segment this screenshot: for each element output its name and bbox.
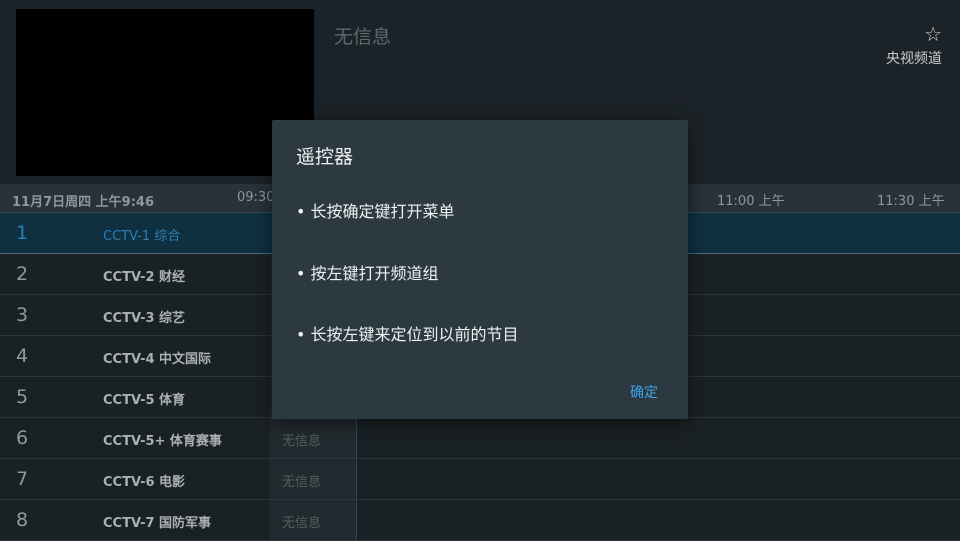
program-cell[interactable]: 无信息 bbox=[270, 500, 357, 540]
channel-number: 7 bbox=[16, 468, 29, 490]
program-cell[interactable]: 无信息 bbox=[270, 459, 357, 499]
time-tick: 11:00 上午 bbox=[717, 194, 785, 209]
channel-name: CCTV-2 财经 bbox=[103, 270, 186, 285]
program-label: 无信息 bbox=[282, 475, 322, 490]
dialog-title: 遥控器 bbox=[296, 146, 354, 168]
channel-row[interactable]: 8 CCTV-7 国防军事 无信息 bbox=[0, 500, 960, 541]
dialog-hint: • 长按确定键打开菜单 bbox=[296, 202, 455, 221]
channel-name: CCTV-3 综艺 bbox=[103, 311, 186, 326]
channel-name: CCTV-4 中文国际 bbox=[103, 352, 212, 367]
channel-name: CCTV-7 国防军事 bbox=[103, 516, 212, 531]
current-date-time: 11月7日周四 上午9:46 bbox=[12, 195, 154, 210]
channel-number: 5 bbox=[16, 386, 29, 408]
time-tick: 09:30 bbox=[237, 190, 275, 205]
channel-row[interactable]: 6 CCTV-5+ 体育赛事 无信息 bbox=[0, 418, 960, 459]
channel-row[interactable]: 7 CCTV-6 电影 无信息 bbox=[0, 459, 960, 500]
dialog-hint: • 按左键打开频道组 bbox=[296, 264, 439, 283]
favorite-area: ☆ 央视频道 bbox=[886, 24, 942, 68]
channel-name: CCTV-5 体育 bbox=[103, 393, 186, 408]
channel-number: 8 bbox=[16, 509, 29, 531]
channel-name: CCTV-5+ 体育赛事 bbox=[103, 434, 222, 449]
ok-button[interactable]: 确定 bbox=[630, 382, 658, 402]
program-cell[interactable]: 无信息 bbox=[270, 418, 357, 458]
channel-number: 3 bbox=[16, 304, 29, 326]
dialog-hint: • 长按左键来定位到以前的节目 bbox=[296, 325, 519, 344]
remote-control-dialog: 遥控器 • 长按确定键打开菜单 • 按左键打开频道组 • 长按左键来定位到以前的… bbox=[272, 120, 688, 419]
program-title: 无信息 bbox=[334, 26, 392, 48]
channel-number: 2 bbox=[16, 263, 29, 285]
channel-number: 1 bbox=[16, 222, 29, 244]
star-outline-icon[interactable]: ☆ bbox=[886, 24, 942, 44]
channel-name: CCTV-1 综合 bbox=[103, 229, 181, 244]
channel-number: 4 bbox=[16, 345, 29, 367]
program-label: 无信息 bbox=[282, 434, 322, 449]
channel-group-label: 央视频道 bbox=[886, 51, 942, 67]
channel-number: 6 bbox=[16, 427, 29, 449]
time-tick: 11:30 上午 bbox=[877, 194, 945, 209]
video-preview[interactable] bbox=[16, 9, 314, 176]
program-label: 无信息 bbox=[282, 516, 322, 531]
channel-name: CCTV-6 电影 bbox=[103, 475, 186, 490]
